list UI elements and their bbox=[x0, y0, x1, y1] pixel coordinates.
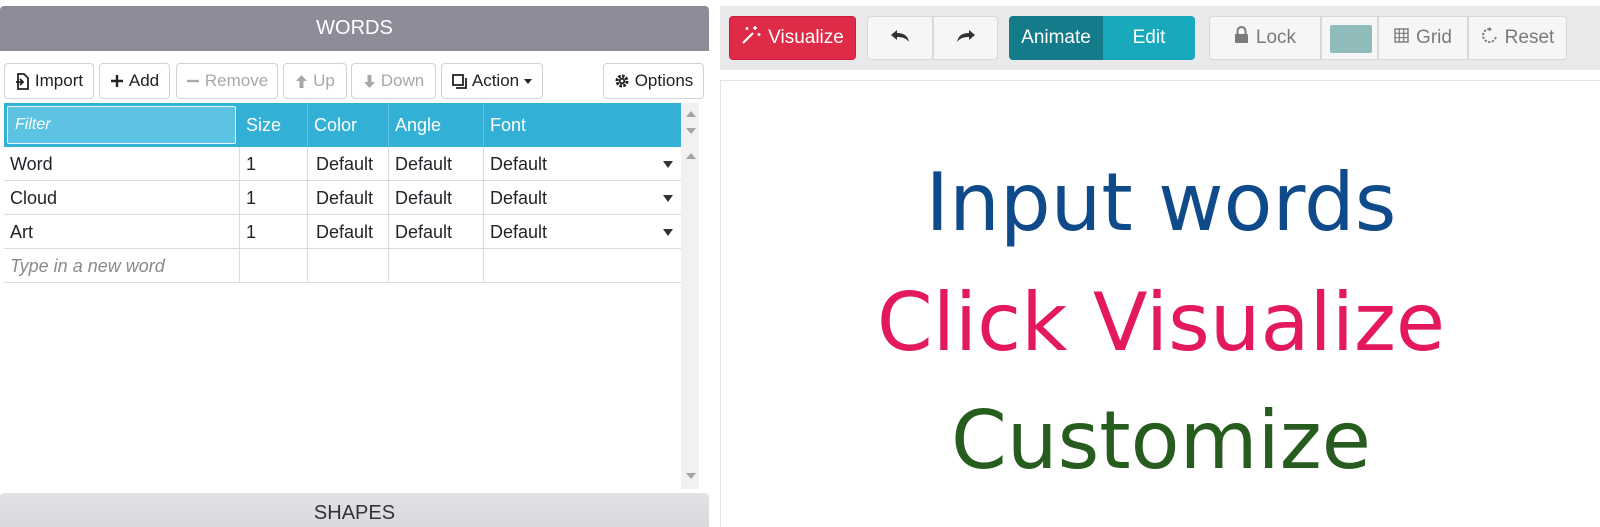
angle-cell[interactable]: Default bbox=[389, 181, 484, 214]
copy-icon bbox=[451, 73, 467, 89]
visualize-button[interactable]: Visualize bbox=[729, 16, 856, 60]
caret-down-icon bbox=[524, 78, 533, 84]
angle-cell[interactable] bbox=[389, 249, 484, 282]
import-label: Import bbox=[34, 71, 84, 90]
animate-label: Animate bbox=[1021, 27, 1091, 48]
color-cell[interactable] bbox=[308, 249, 389, 282]
angle-cell[interactable]: Default bbox=[389, 215, 484, 248]
cloud-line-customize: Customize bbox=[951, 394, 1371, 487]
scroll-up-icon[interactable] bbox=[686, 153, 696, 159]
size-cell[interactable]: 1 bbox=[240, 215, 308, 248]
word-cloud-canvas[interactable]: Input words Click Visualize Customize bbox=[720, 80, 1600, 527]
dropdown-arrow-icon[interactable] bbox=[663, 161, 673, 168]
remove-button[interactable]: Remove bbox=[176, 63, 278, 99]
word-cell[interactable]: Cloud bbox=[4, 181, 240, 214]
font-value: Default bbox=[490, 188, 548, 208]
cloud-line-input-words: Input words bbox=[925, 156, 1397, 249]
column-header-size[interactable]: Size bbox=[240, 103, 308, 147]
undo-icon bbox=[890, 27, 910, 49]
word-cell[interactable]: Art bbox=[4, 215, 240, 248]
import-button[interactable]: Import bbox=[4, 63, 94, 99]
remove-label: Remove bbox=[204, 71, 269, 90]
grid-label: Grid bbox=[1416, 27, 1452, 48]
up-label: Up bbox=[313, 71, 335, 90]
table-row[interactable]: Word 1 Default Default Default bbox=[4, 147, 681, 181]
grid-icon bbox=[1394, 27, 1409, 49]
font-cell[interactable]: Default bbox=[484, 181, 681, 214]
redo-button[interactable] bbox=[933, 16, 998, 60]
reset-label: Reset bbox=[1504, 27, 1555, 48]
column-header-angle[interactable]: Angle bbox=[389, 103, 484, 147]
new-word-input[interactable]: Type in a new word bbox=[4, 249, 240, 282]
column-header-color[interactable]: Color bbox=[308, 103, 389, 147]
minus-icon bbox=[186, 74, 200, 88]
words-table-header: Filter Size Color Angle Font bbox=[4, 103, 681, 147]
color-swatch bbox=[1330, 25, 1372, 53]
words-table: Filter Size Color Angle Font Word 1 Defa… bbox=[4, 103, 681, 487]
font-cell[interactable]: Default bbox=[484, 147, 681, 180]
font-value: Default bbox=[490, 222, 548, 242]
down-button[interactable]: Down bbox=[351, 63, 436, 99]
color-cell[interactable]: Default bbox=[308, 215, 389, 248]
scroll-down-icon[interactable] bbox=[686, 128, 696, 134]
lock-icon bbox=[1234, 26, 1249, 50]
arrow-down-icon bbox=[363, 74, 376, 89]
angle-cell[interactable]: Default bbox=[389, 147, 484, 180]
words-toolbar: Import Add Remove Up Down Action Options bbox=[0, 57, 709, 103]
shapes-panel-header[interactable]: SHAPES bbox=[0, 493, 709, 527]
cloud-line-click-visualize: Click Visualize bbox=[876, 276, 1446, 369]
filter-input[interactable]: Filter bbox=[7, 106, 236, 144]
words-panel-header[interactable]: WORDS bbox=[0, 6, 709, 51]
column-header-font[interactable]: Font bbox=[484, 103, 681, 147]
scroll-down-icon[interactable] bbox=[686, 473, 696, 479]
word-cell[interactable]: Word bbox=[4, 147, 240, 180]
add-button[interactable]: Add bbox=[99, 63, 170, 99]
size-cell[interactable]: 1 bbox=[240, 181, 308, 214]
color-cell[interactable]: Default bbox=[308, 147, 389, 180]
action-dropdown-button[interactable]: Action bbox=[441, 63, 543, 99]
size-cell[interactable] bbox=[240, 249, 308, 282]
reset-button[interactable]: Reset bbox=[1468, 16, 1567, 60]
options-button[interactable]: Options bbox=[603, 63, 704, 99]
color-swatch-button[interactable] bbox=[1321, 16, 1378, 60]
lock-label: Lock bbox=[1255, 27, 1297, 48]
dropdown-arrow-icon[interactable] bbox=[663, 195, 673, 202]
options-label: Options bbox=[634, 71, 694, 90]
down-label: Down bbox=[380, 71, 425, 90]
edit-button[interactable]: Edit bbox=[1103, 16, 1195, 60]
grid-button[interactable]: Grid bbox=[1378, 16, 1468, 60]
table-row[interactable]: Art 1 Default Default Default bbox=[4, 215, 681, 249]
font-cell[interactable] bbox=[484, 249, 681, 282]
add-label: Add bbox=[128, 71, 160, 90]
undo-button[interactable] bbox=[867, 16, 933, 60]
action-label: Action bbox=[471, 71, 520, 90]
gear-icon bbox=[614, 73, 630, 89]
reset-icon bbox=[1481, 26, 1498, 50]
table-scrollbar[interactable] bbox=[681, 103, 699, 489]
arrow-up-icon bbox=[295, 74, 308, 89]
up-button[interactable]: Up bbox=[283, 63, 347, 99]
font-value: Default bbox=[490, 154, 548, 174]
size-cell[interactable]: 1 bbox=[240, 147, 308, 180]
scroll-up-icon[interactable] bbox=[686, 111, 696, 117]
animate-button[interactable]: Animate bbox=[1009, 16, 1103, 60]
dropdown-arrow-icon[interactable] bbox=[663, 229, 673, 236]
import-icon bbox=[15, 72, 30, 90]
filter-cell: Filter bbox=[4, 103, 240, 147]
color-cell[interactable]: Default bbox=[308, 181, 389, 214]
redo-icon bbox=[956, 27, 976, 49]
lock-button[interactable]: Lock bbox=[1209, 16, 1321, 60]
visualization-toolbar: Visualize Animate Edit Lock Grid Reset bbox=[720, 6, 1600, 70]
plus-icon bbox=[110, 74, 124, 88]
edit-label: Edit bbox=[1132, 27, 1166, 48]
table-row[interactable]: Cloud 1 Default Default Default bbox=[4, 181, 681, 215]
magic-wand-icon bbox=[741, 25, 761, 51]
new-word-row[interactable]: Type in a new word bbox=[4, 249, 681, 283]
words-panel: WORDS Import Add Remove Up Down Action O… bbox=[0, 6, 709, 527]
font-cell[interactable]: Default bbox=[484, 215, 681, 248]
visualize-label: Visualize bbox=[768, 27, 844, 48]
